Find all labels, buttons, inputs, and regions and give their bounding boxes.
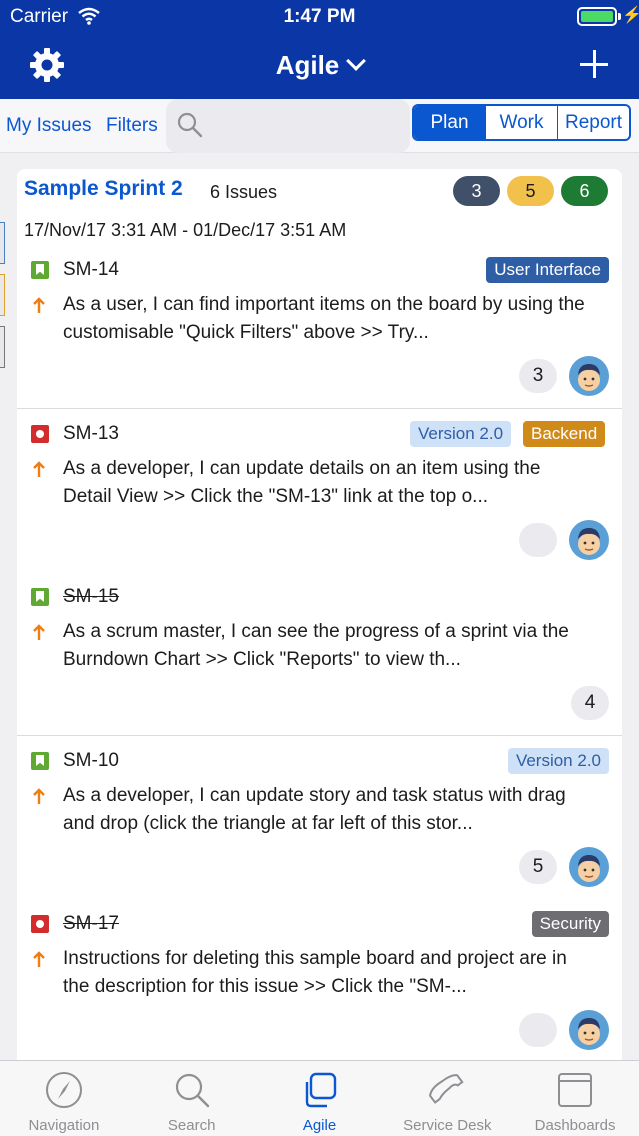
sprint-dates: 17/Nov/17 3:31 AM - 01/Dec/17 3:51 AM: [24, 220, 347, 240]
user-avatar-icon: [578, 855, 600, 882]
comment-count: [519, 1013, 557, 1047]
add-issue-button[interactable]: [578, 48, 610, 80]
label-version: Version 2.0: [410, 421, 512, 447]
agile-icon: [306, 1072, 337, 1108]
label-security: Security: [531, 911, 609, 937]
chevron-down-icon: [346, 51, 367, 71]
search-icon: [177, 112, 203, 138]
segment-plan[interactable]: Plan: [414, 106, 485, 139]
priority-arrow-icon: [33, 297, 45, 313]
label-user-interface: User Interface: [486, 257, 609, 283]
segment-work[interactable]: Work: [485, 106, 557, 139]
issue-key: SM-10: [63, 750, 119, 771]
status-time: 1:47 PM: [283, 6, 356, 27]
story-icon: [31, 261, 49, 279]
issue-summary: As a developer, I can update details on …: [63, 458, 541, 507]
user-avatar-icon: [578, 364, 600, 391]
comment-count: [519, 523, 557, 557]
avatar[interactable]: [569, 520, 609, 560]
sprint-issue-count: 6 Issues: [210, 182, 278, 202]
column-strip-done[interactable]: [0, 326, 5, 368]
user-avatar-icon: [578, 1018, 600, 1045]
issue-summary: Instructions for deleting this sample bo…: [63, 948, 567, 997]
search-input[interactable]: [166, 99, 410, 153]
issue-row[interactable]: SM-14 As a user, I can find important it…: [17, 245, 622, 409]
priority-arrow-icon: [33, 461, 45, 477]
my-issues-filter[interactable]: My Issues: [6, 115, 92, 137]
issue-row[interactable]: SM-13 As a developer, I can update detai…: [17, 409, 622, 573]
tab-navigation[interactable]: Navigation: [0, 1061, 128, 1136]
status-count-done: 6: [561, 176, 608, 206]
avatar[interactable]: [569, 847, 609, 887]
story-icon: [31, 752, 49, 770]
tab-bar: Navigation Search Agile Service Desk Das…: [0, 1060, 639, 1136]
avatar[interactable]: [569, 356, 609, 396]
filters-button[interactable]: Filters: [106, 115, 158, 137]
issue-row[interactable]: SM-15 As a scrum master, I can see the p…: [17, 572, 622, 736]
board-selector[interactable]: Agile: [0, 50, 639, 81]
issue-summary: As a scrum master, I can see the progres…: [63, 621, 569, 670]
sprint-name[interactable]: Sample Sprint 2: [24, 177, 183, 201]
user-avatar-icon: [578, 528, 600, 555]
compass-icon: [45, 1072, 82, 1108]
issue-summary: As a user, I can find important items on…: [63, 294, 585, 343]
comment-count: 5: [519, 850, 557, 884]
issue-row[interactable]: SM-10 As a developer, I can update story…: [17, 736, 622, 900]
bug-icon: [31, 915, 49, 933]
issue-key: SM-15: [63, 586, 119, 607]
tab-agile[interactable]: Agile: [256, 1061, 384, 1136]
dashboard-icon: [558, 1073, 593, 1107]
comment-count: 3: [519, 359, 557, 393]
status-count-todo: 3: [453, 176, 500, 206]
column-strip-todo[interactable]: [0, 222, 5, 264]
app-header: Carrier 1:47 PM ⚡ Agile: [0, 0, 639, 99]
avatar[interactable]: [569, 1010, 609, 1050]
phone-icon: [429, 1074, 464, 1104]
issue-key: SM-13: [63, 423, 119, 444]
issue-key: SM-14: [63, 259, 119, 280]
page-title: Agile: [275, 50, 340, 80]
issue-row[interactable]: SM-17 Instructions for deleting this sam…: [17, 899, 622, 1060]
view-segmented-control: Plan Work Report: [412, 104, 631, 141]
story-icon: [31, 588, 49, 606]
status-bar: Carrier 1:47 PM ⚡: [0, 0, 639, 34]
label-backend: Backend: [523, 421, 606, 447]
comment-count: 4: [571, 686, 609, 720]
battery-icon: [577, 7, 617, 26]
tab-service-desk[interactable]: Service Desk: [383, 1061, 511, 1136]
battery-cap: [618, 13, 621, 20]
tab-search[interactable]: Search: [128, 1061, 256, 1136]
segment-report[interactable]: Report: [557, 106, 629, 139]
bug-icon: [31, 425, 49, 443]
priority-arrow-icon: [33, 951, 45, 967]
charging-icon: ⚡: [622, 7, 639, 24]
issue-key: SM-17: [63, 913, 119, 934]
column-strip-progress[interactable]: [0, 274, 5, 316]
status-count-in-progress: 5: [507, 176, 554, 206]
issue-summary: As a developer, I can update story and t…: [63, 785, 566, 834]
label-version: Version 2.0: [507, 748, 609, 774]
tab-dashboards[interactable]: Dashboards: [511, 1061, 639, 1136]
priority-arrow-icon: [33, 788, 45, 804]
magnifier-icon: [175, 1073, 209, 1108]
priority-arrow-icon: [33, 624, 45, 640]
